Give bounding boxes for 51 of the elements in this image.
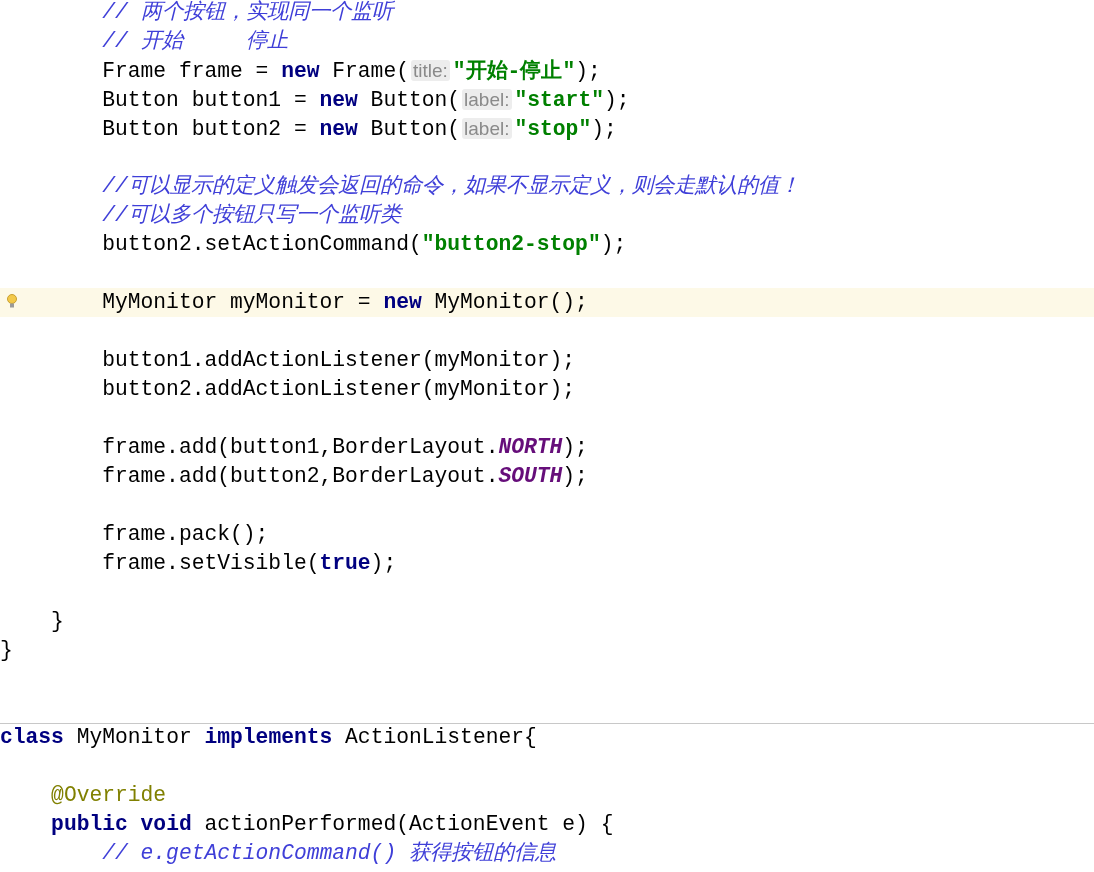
code-comment: // 两个按钮，实现同一个监听 <box>102 0 393 24</box>
code-text: MyMonitor(); <box>434 290 588 314</box>
keyword: new <box>281 59 320 83</box>
code-text: button2.setActionCommand( <box>102 232 422 256</box>
string-literal: "button2-stop" <box>421 232 601 256</box>
code-text: ); <box>603 88 630 112</box>
annotation: @Override <box>51 783 167 807</box>
parameter-hint: label: <box>462 118 512 139</box>
code-text: Button( <box>370 88 461 112</box>
string-literal: "stop" <box>514 117 592 141</box>
code-text: ); <box>562 435 588 459</box>
keyword: true <box>319 551 371 575</box>
code-text: button2.addActionListener(myMonitor); <box>102 377 576 401</box>
code-text: ); <box>600 232 627 256</box>
code-comment: //可以显示的定义触发会返回的命令，如果不显示定义，则会走默认的值！ <box>102 174 800 198</box>
string-literal: "start" <box>514 88 604 112</box>
code-text: frame.setVisible( <box>102 551 320 575</box>
code-comment: // e.getActionCommand() 获得按钮的信息 <box>102 841 556 865</box>
code-text: Button( <box>370 117 461 141</box>
keyword: class <box>0 725 64 749</box>
code-text: ); <box>370 551 397 575</box>
code-text: button1.addActionListener(myMonitor); <box>102 348 576 372</box>
code-text: } <box>0 638 13 662</box>
string-literal: "开始-停止" <box>452 59 576 83</box>
keyword: new <box>383 290 422 314</box>
code-text: Frame frame = <box>102 59 269 83</box>
parameter-hint: label: <box>462 89 512 110</box>
lightbulb-icon[interactable] <box>6 293 18 309</box>
code-text: } <box>51 609 64 633</box>
constant: SOUTH <box>498 464 563 488</box>
code-comment: // 开始 停止 <box>102 29 289 53</box>
parameter-hint: title: <box>410 60 450 81</box>
code-text: Button button1 = <box>102 88 307 112</box>
code-text: ActionListener{ <box>345 725 537 749</box>
keyword: public void <box>51 812 192 836</box>
code-text: MyMonitor myMonitor = <box>102 290 371 314</box>
code-text: ); <box>575 59 601 83</box>
code-text: ); <box>591 117 617 141</box>
code-text: frame.pack(); <box>102 522 269 546</box>
keyword: new <box>319 88 358 112</box>
code-text: Frame( <box>332 59 409 83</box>
code-text: MyMonitor <box>76 725 192 749</box>
code-text: actionPerformed(ActionEvent e) { <box>204 812 614 836</box>
code-text: ); <box>562 464 588 488</box>
keyword: implements <box>204 725 333 749</box>
code-text: frame.add(button1,BorderLayout. <box>102 435 499 459</box>
keyword: new <box>319 117 358 141</box>
code-text: Button button2 = <box>102 117 307 141</box>
code-text: frame.add(button2,BorderLayout. <box>102 464 499 488</box>
code-comment: //可以多个按钮只写一个监听类 <box>102 203 401 227</box>
constant: NORTH <box>498 435 563 459</box>
